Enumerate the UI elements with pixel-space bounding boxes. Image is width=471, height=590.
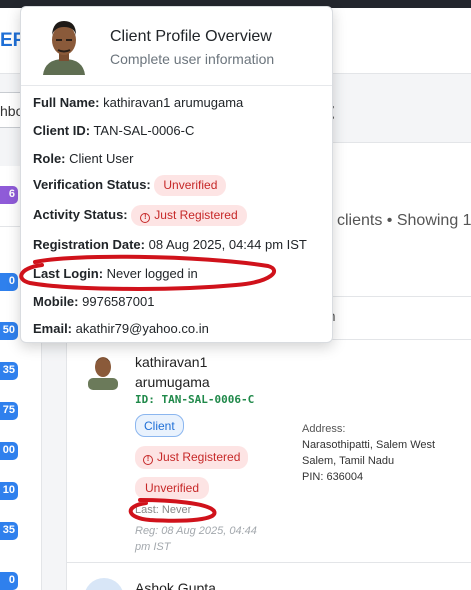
- verification-badge: Unverified: [135, 477, 210, 499]
- activity-field: Activity Status: ! Just Registered: [33, 205, 247, 226]
- activity-status-badge[interactable]: ! Just Registered: [135, 446, 249, 469]
- sidebar-count-badge[interactable]: 6: [0, 186, 18, 204]
- sidebar-count-badge[interactable]: 75: [0, 402, 18, 420]
- field-label: Last Login:: [33, 266, 104, 281]
- popover-subtitle: Complete user information: [110, 51, 275, 67]
- client-id-value: TAN-SAL-0006-C: [93, 123, 195, 138]
- mobile-value: 9976587001: [82, 294, 155, 309]
- row-divider: [66, 562, 471, 563]
- registration-text: Reg: 08 Aug 2025, 04:44 pm IST: [135, 525, 257, 553]
- field-label: Full Name:: [33, 95, 100, 110]
- verification-field: Verification Status: Unverified: [33, 175, 227, 196]
- sidebar-count-badge[interactable]: 35: [0, 362, 18, 380]
- info-circle-icon: !: [143, 455, 153, 465]
- sidebar-count-badge[interactable]: 10: [0, 482, 18, 500]
- field-label: Verification Status:: [33, 176, 151, 192]
- address-line: Salem, Tamil Nadu: [302, 455, 395, 467]
- field-label: Mobile:: [33, 294, 79, 309]
- client-first-name: kathiravan1: [135, 354, 208, 370]
- role-value: Client User: [69, 151, 134, 166]
- sidebar-count-badge[interactable]: 50: [0, 322, 18, 340]
- field-label: Client ID:: [33, 123, 91, 138]
- full-name-field: Full Name: kathiravan1 arumugama: [33, 95, 243, 110]
- registration-value: 08 Aug 2025, 04:44 pm IST: [148, 237, 307, 252]
- activity-status-text: Just Registered: [157, 450, 241, 464]
- address-pin: PIN: 636004: [302, 471, 364, 483]
- client-avatar: [86, 350, 120, 390]
- email-value: akathir79@yahoo.co.in: [75, 321, 209, 336]
- activity-status-text: Just Registered: [154, 208, 238, 222]
- client-photo: [41, 15, 87, 75]
- verification-badge: Unverified: [154, 175, 227, 196]
- info-circle-icon: !: [140, 213, 151, 223]
- client-address: Address: Narasothipatti, Salem West Sale…: [302, 421, 435, 485]
- sidebar-count-badge[interactable]: 0: [0, 273, 18, 291]
- email-field: Email: akathir79@yahoo.co.in: [33, 321, 209, 336]
- field-label: Role:: [33, 151, 66, 166]
- client-profile-popover: Client Profile Overview Complete user in…: [20, 6, 333, 343]
- activity-status-badge: ! Just Registered: [131, 205, 247, 226]
- client-name[interactable]: Ashok Gupta: [135, 580, 216, 590]
- client-last-name: arumugama: [135, 374, 210, 390]
- popover-header: Client Profile Overview Complete user in…: [21, 7, 332, 86]
- address-label: Address:: [302, 423, 346, 435]
- last-login-field: Last Login: Never logged in: [33, 266, 198, 281]
- client-name[interactable]: kathiravan1 arumugama: [135, 352, 255, 392]
- field-label: Registration Date:: [33, 237, 145, 252]
- role-badge: Client: [135, 414, 184, 437]
- sidebar-count-badge[interactable]: 0: [0, 572, 18, 590]
- sidebar-count-badge[interactable]: 35: [0, 522, 18, 540]
- registration-field: Registration Date: 08 Aug 2025, 04:44 pm…: [33, 237, 307, 252]
- last-login-text: Last: Never: [135, 504, 192, 516]
- mobile-field: Mobile: 9976587001: [33, 294, 154, 309]
- client-id: ID: TAN-SAL-0006-C: [135, 393, 255, 406]
- popover-title: Client Profile Overview: [110, 28, 272, 45]
- role-field: Role: Client User: [33, 151, 133, 166]
- clients-summary: clients • Showing 1: [337, 212, 471, 229]
- sidebar-count-badge[interactable]: 00: [0, 442, 18, 460]
- field-label: Activity Status:: [33, 206, 128, 222]
- field-label: Email:: [33, 321, 73, 336]
- last-login-value: Never logged in: [106, 266, 198, 281]
- client-id-field: Client ID: TAN-SAL-0006-C: [33, 123, 194, 138]
- address-line: Narasothipatti, Salem West: [302, 439, 436, 451]
- full-name-value: kathiravan1 arumugama: [103, 95, 244, 110]
